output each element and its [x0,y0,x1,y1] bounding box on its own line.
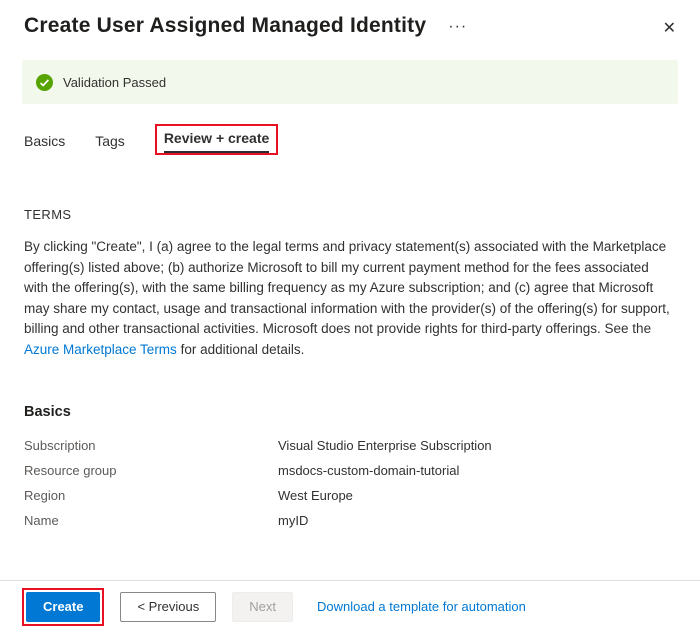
table-row: Name myID [24,513,676,528]
tab-basics[interactable]: Basics [24,133,65,155]
more-options-icon[interactable]: ··· [448,18,467,36]
row-value-name: myID [278,513,309,529]
annotation-box-review-tab: Review + create [154,124,279,155]
table-row: Subscription Visual Studio Enterprise Su… [24,438,676,453]
create-identity-panel: Create User Assigned Managed Identity ··… [0,0,700,632]
next-button: Next [232,591,293,622]
row-value-region: West Europe [278,488,353,504]
row-value-resource-group: msdocs-custom-domain-tutorial [278,463,460,479]
row-label-region: Region [24,488,66,504]
tab-tags[interactable]: Tags [95,133,125,155]
row-label-resource-group: Resource group [24,463,117,479]
download-template-link[interactable]: Download a template for automation [317,599,526,614]
basics-heading: Basics [24,404,71,421]
footer-action-bar: Create < Previous Next Download a templa… [0,580,700,632]
table-row: Region West Europe [24,488,676,503]
validation-message: Validation Passed [63,74,167,90]
marketplace-terms-link[interactable]: Azure Marketplace Terms [24,342,177,357]
panel-header: Create User Assigned Managed Identity ··… [0,0,700,40]
success-check-icon [36,73,53,91]
terms-body: By clicking "Create", I (a) agree to the… [24,237,676,360]
row-value-subscription: Visual Studio Enterprise Subscription [278,438,492,454]
close-icon[interactable]: ✕ [659,16,680,40]
tab-bar: Basics Tags Review + create [24,124,700,155]
basics-table: Subscription Visual Studio Enterprise Su… [24,438,676,528]
terms-heading: TERMS [24,207,72,222]
table-row: Resource group msdocs-custom-domain-tuto… [24,463,676,478]
row-label-subscription: Subscription [24,438,96,454]
annotation-box-create-button: Create [22,587,105,626]
create-button[interactable]: Create [26,591,101,622]
previous-button[interactable]: < Previous [120,591,217,622]
basics-summary-section: Basics Subscription Visual Studio Enterp… [24,404,676,528]
row-label-name: Name [24,513,59,529]
terms-text-after-link: for additional details. [176,341,305,357]
validation-banner: Validation Passed [22,60,678,104]
terms-text-before-link: By clicking "Create", I (a) agree to the… [24,239,670,337]
page-title: Create User Assigned Managed Identity [24,14,427,37]
tab-review-create[interactable]: Review + create [163,130,270,153]
terms-section: TERMS By clicking "Create", I (a) agree … [24,207,676,360]
